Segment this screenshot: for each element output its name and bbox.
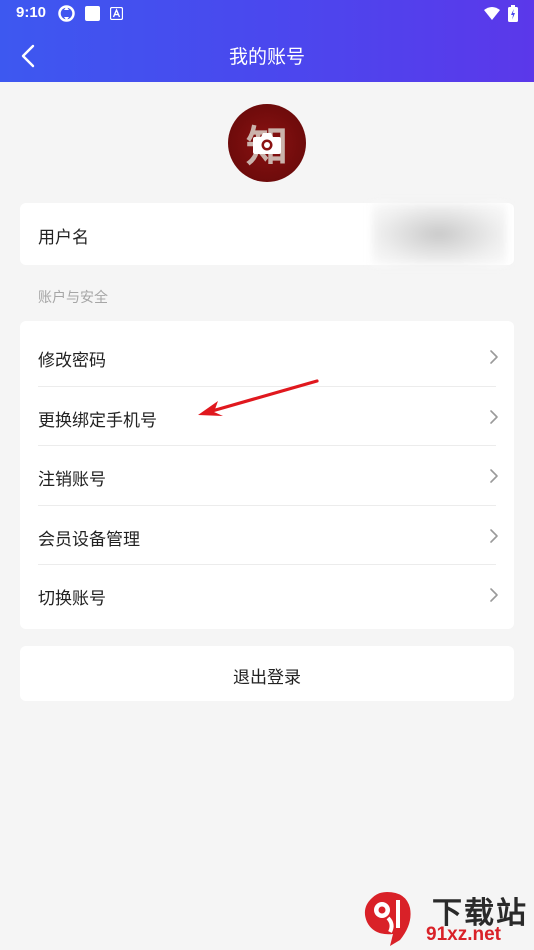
camera-icon <box>253 133 281 154</box>
watermark-url: 91xz.net <box>426 924 501 945</box>
a-badge-icon <box>110 7 123 20</box>
logout-label: 退出登录 <box>233 668 301 688</box>
cancel-account-label: 注销账号 <box>38 470 106 490</box>
device-management-label: 会员设备管理 <box>38 530 140 550</box>
change-phone-item[interactable]: 更换绑定手机号 <box>20 387 514 446</box>
change-phone-label: 更换绑定手机号 <box>38 411 157 431</box>
site-watermark: 下载站 91xz.net <box>360 888 530 948</box>
avatar[interactable]: 知 <box>228 104 306 182</box>
chevron-right-icon <box>490 350 498 364</box>
page-title: 我的账号 <box>228 46 305 68</box>
sync-icon <box>58 5 75 22</box>
square-icon <box>85 6 100 21</box>
watermark-logo-icon <box>364 892 411 946</box>
status-bar: 9:10 <box>0 0 534 28</box>
switch-account-label: 切换账号 <box>38 589 106 609</box>
chevron-right-icon <box>490 469 498 483</box>
chevron-right-icon <box>490 410 498 424</box>
nav-bar: 我的账号 <box>0 28 534 82</box>
change-password-item[interactable]: 修改密码 <box>20 327 514 386</box>
account-security-list: 修改密码 更换绑定手机号 注销账号 会员设备管理 切换账号 <box>20 321 514 629</box>
battery-icon <box>508 5 518 22</box>
chevron-right-icon <box>490 588 498 602</box>
username-row[interactable]: 用户名 <box>20 203 514 265</box>
wifi-icon <box>484 7 500 20</box>
app-header: 9:10 我的账号 <box>0 0 534 82</box>
logout-button[interactable]: 退出登录 <box>20 646 514 701</box>
status-time: 9:10 <box>16 4 47 21</box>
cancel-account-item[interactable]: 注销账号 <box>20 446 514 505</box>
username-label: 用户名 <box>38 228 89 248</box>
change-password-label: 修改密码 <box>38 351 106 371</box>
switch-account-item[interactable]: 切换账号 <box>20 565 514 624</box>
device-management-item[interactable]: 会员设备管理 <box>20 506 514 565</box>
section-title-account-security: 账户与安全 <box>38 290 108 306</box>
username-value-blurred <box>372 203 506 265</box>
chevron-right-icon <box>490 529 498 543</box>
